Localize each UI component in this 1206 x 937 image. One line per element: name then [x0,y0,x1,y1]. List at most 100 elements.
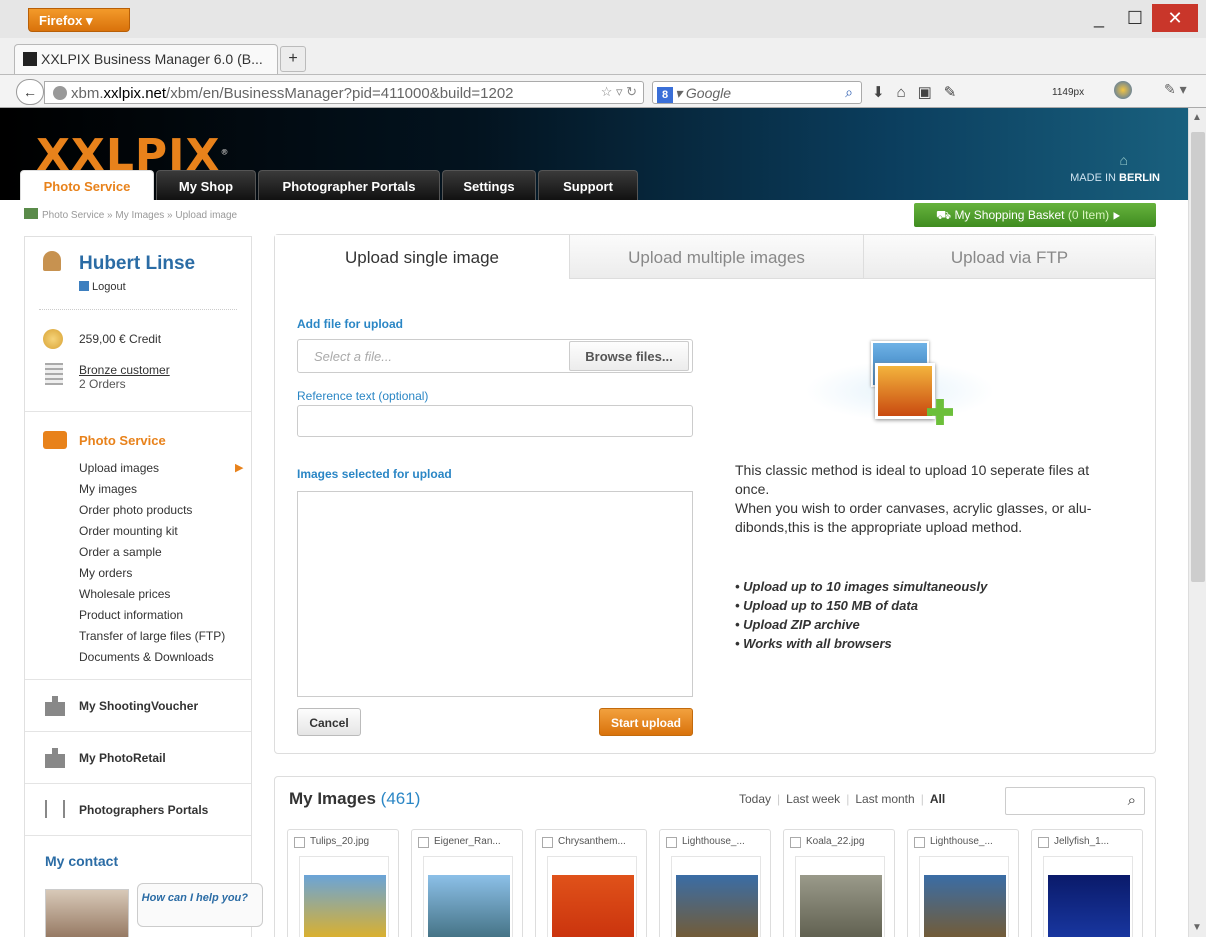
address-bar[interactable]: xbm.xxlpix.net/xbm/en/BusinessManager?pi… [44,81,644,104]
tab-my-shop[interactable]: My Shop [156,170,256,200]
filter-all[interactable]: All [930,792,945,806]
breadcrumb-text[interactable]: Photo Service » My Images » Upload image [42,210,237,221]
image-thumbnail[interactable] [304,875,386,937]
image-card[interactable]: Eigener_Ran... [411,829,523,937]
tab-photo-service[interactable]: Photo Service [20,170,154,200]
image-thumbnail[interactable] [800,875,882,937]
photo-service-heading[interactable]: Photo Service [79,433,166,448]
filter-last-week[interactable]: Last week [786,792,840,806]
browse-files-button[interactable]: Browse files... [569,341,689,371]
section-label: My PhotoRetail [79,751,166,765]
search-icon[interactable]: ⌕ [1128,792,1136,809]
sidebar-item-shooting-voucher[interactable]: My ShootingVoucher [25,679,251,731]
nav-order-sample[interactable]: Order a sample [79,545,225,566]
close-button[interactable]: ✕ [1152,4,1198,32]
selected-images-list[interactable] [297,491,693,697]
select-checkbox[interactable] [790,837,801,848]
firefox-menu-button[interactable]: Firefox ▾ [28,8,130,32]
logout-link[interactable]: Logout [79,281,126,293]
back-button[interactable]: ← [16,79,44,105]
search-icon[interactable]: ⌕ [845,84,853,101]
tools-icon[interactable]: ✎ ▾ [1164,81,1187,98]
start-upload-button[interactable]: Start upload [599,708,693,736]
feature-item: Works with all browsers [735,634,987,653]
tab-photographer-portals[interactable]: Photographer Portals [258,170,440,200]
image-filename: Lighthouse_... [682,836,745,847]
minimize-button[interactable]: _ [1084,4,1114,32]
image-card[interactable]: Lighthouse_... [659,829,771,937]
image-card[interactable]: Tulips_20.jpg [287,829,399,937]
google-engine-icon[interactable]: 8 [657,87,673,103]
tab-upload-single[interactable]: Upload single image [275,235,569,279]
url-path: /xbm/en/BusinessManager?pid=411000&build… [166,85,514,102]
berlin-building-icon: ⌂ [1119,152,1128,168]
nav-order-photo-products[interactable]: Order photo products [79,503,225,524]
select-checkbox[interactable] [294,837,305,848]
filter-last-month[interactable]: Last month [855,792,914,806]
tab-settings[interactable]: Settings [442,170,536,200]
add-file-label: Add file for upload [297,317,403,331]
image-thumbnail[interactable] [676,875,758,937]
upload-illustration [805,335,995,455]
reference-text-input[interactable] [297,405,693,437]
image-card[interactable]: Chrysanthem... [535,829,647,937]
image-card[interactable]: Koala_22.jpg [783,829,895,937]
toolbar-icons[interactable]: ⬇⌂▣✎ [872,83,968,101]
scroll-up-icon[interactable]: ▲ [1192,112,1202,123]
site-favicon-icon [23,52,37,66]
image-search-input[interactable]: ⌕ [1005,787,1145,815]
new-tab-button[interactable]: + [280,46,306,72]
nav-my-orders[interactable]: My orders [79,566,225,587]
thumbnail-frame [919,856,1009,937]
maximize-button[interactable]: ☐ [1120,4,1150,32]
scrollbar-thumb[interactable] [1191,132,1205,582]
browser-tab[interactable]: XXLPIX Business Manager 6.0 (B... [14,44,278,74]
image-card[interactable]: Lighthouse_... [907,829,1019,937]
tab-upload-ftp[interactable]: Upload via FTP [863,235,1155,279]
sidebar-item-photographers-portals[interactable]: Photographers Portals [25,783,251,835]
feature-list: Upload up to 10 images simultaneously Up… [735,577,987,653]
reference-text-label: Reference text (optional) [297,389,429,403]
nav-transfer-ftp[interactable]: Transfer of large files (FTP) [79,629,225,650]
customer-level-link[interactable]: Bronze customer [79,363,170,377]
select-checkbox[interactable] [666,837,677,848]
help-bubble[interactable]: How can I help you? [137,883,263,927]
tab-upload-multiple[interactable]: Upload multiple images [569,235,863,279]
select-checkbox[interactable] [542,837,553,848]
filter-today[interactable]: Today [739,792,771,806]
vertical-scrollbar[interactable]: ▲ ▼ [1188,108,1206,937]
sidebar-item-photo-retail[interactable]: My PhotoRetail [25,731,251,783]
select-checkbox[interactable] [418,837,429,848]
image-thumbnail[interactable] [552,875,634,937]
thumbnail-frame [299,856,389,937]
nav-my-images[interactable]: My images [79,482,225,503]
photo-service-nav: Upload images ▶ My images Order photo pro… [79,461,243,671]
addon-icon[interactable] [1114,81,1132,99]
image-thumbnail[interactable] [924,875,1006,937]
image-thumbnail[interactable] [428,875,510,937]
feature-item: Upload up to 150 MB of data [735,596,987,615]
url-prefix: xbm. [71,85,104,102]
select-checkbox[interactable] [1038,837,1049,848]
nav-product-information[interactable]: Product information [79,608,225,629]
nav-order-mounting-kit[interactable]: Order mounting kit [79,524,225,545]
credit-balance: 259,00 € Credit [79,332,162,346]
scroll-down-icon[interactable]: ▼ [1192,922,1202,933]
cancel-button[interactable]: Cancel [297,708,361,736]
search-box[interactable]: 8 ▾ Google ⌕ [652,81,862,104]
tab-support[interactable]: Support [538,170,638,200]
select-checkbox[interactable] [914,837,925,848]
my-images-panel: My Images (461) Today | Last week | Last mon… [274,776,1156,937]
image-thumbnail[interactable] [1048,875,1130,937]
bookmark-star-icon[interactable]: ☆ ▿ ↻ [601,84,637,100]
contact-avatar [45,889,129,937]
nav-wholesale-prices[interactable]: Wholesale prices [79,587,225,608]
feature-item: Upload ZIP archive [735,615,987,634]
shopping-basket-button[interactable]: ⛟ My Shopping Basket (0 Item) ▸ [914,203,1156,227]
my-images-title: My Images (461) [289,789,421,808]
made-in-berlin: MADE IN BERLIN [1070,172,1160,184]
image-card[interactable]: Jellyfish_1... [1031,829,1143,937]
divider [39,309,237,310]
nav-documents-downloads[interactable]: Documents & Downloads [79,650,225,671]
nav-upload-images[interactable]: Upload images ▶ [79,461,243,482]
